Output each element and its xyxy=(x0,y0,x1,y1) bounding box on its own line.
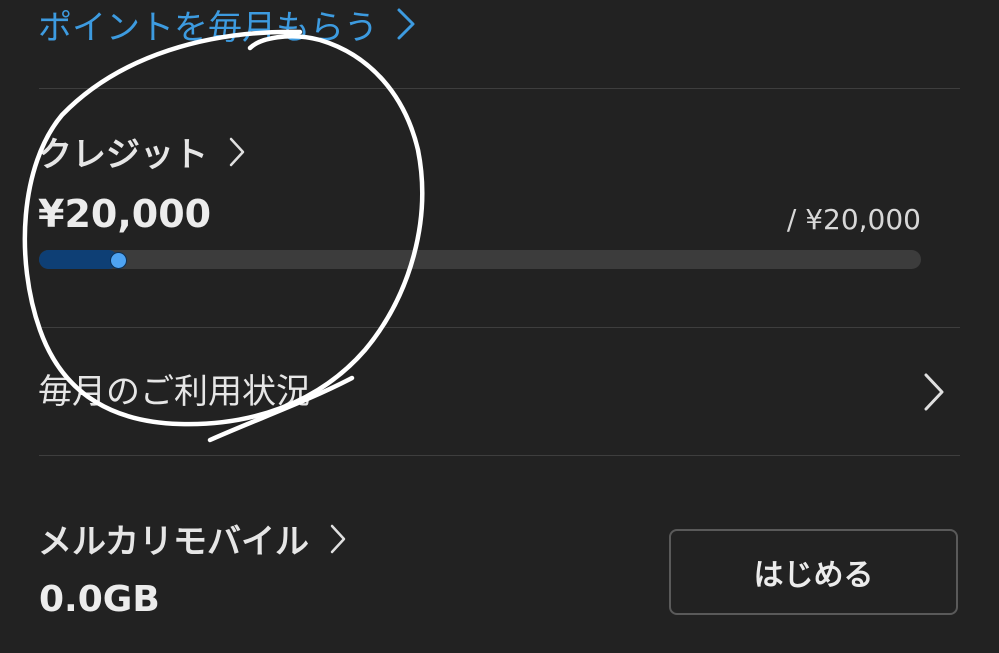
divider xyxy=(39,455,960,456)
credit-title-link[interactable]: クレジット xyxy=(38,127,246,176)
chevron-right-icon xyxy=(922,372,946,416)
divider xyxy=(39,327,960,328)
monthly-usage-label: 毎月のご利用状況 xyxy=(38,372,310,412)
chevron-right-icon xyxy=(329,523,347,555)
credit-usage-fill xyxy=(39,250,119,269)
monthly-points-label: ポイントを毎月もらう xyxy=(38,7,378,48)
chevron-right-icon xyxy=(396,7,416,41)
credit-usage-bar xyxy=(39,250,921,269)
credit-usage-knob xyxy=(110,251,128,269)
divider xyxy=(39,88,960,89)
chevron-right-icon xyxy=(228,136,246,168)
start-button[interactable]: はじめる xyxy=(669,529,958,615)
mercari-mobile-link[interactable]: メルカリモバイル xyxy=(38,514,347,563)
credit-limit: / ¥20,000 xyxy=(786,203,921,236)
credit-available-amount: ¥20,000 xyxy=(38,192,212,236)
mercari-mobile-title: メルカリモバイル xyxy=(38,522,309,562)
monthly-points-link[interactable]: ポイントを毎月もらう xyxy=(38,0,416,48)
mobile-data-amount: 0.0GB xyxy=(39,579,160,620)
credit-title: クレジット xyxy=(38,135,208,175)
